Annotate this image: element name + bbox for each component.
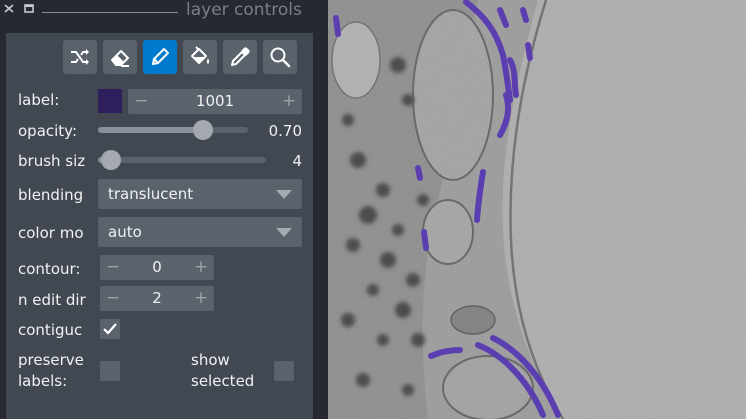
n-edit-dim-value[interactable]: 2 xyxy=(122,286,192,311)
fill-bucket-button[interactable] xyxy=(183,40,217,74)
n-edit-dim-decrement-button[interactable]: − xyxy=(102,286,124,311)
contour-spinbox[interactable]: − 0 + xyxy=(100,255,214,280)
float-icon[interactable] xyxy=(24,4,34,13)
preserve-labels-label-line2: labels: xyxy=(18,372,68,390)
opacity-slider-handle[interactable] xyxy=(193,120,213,140)
label-stroke xyxy=(520,7,529,23)
show-selected-label-line2: selected xyxy=(191,372,255,390)
close-icon[interactable] xyxy=(4,4,14,13)
label-stroke xyxy=(525,42,533,61)
brush-size-value: 4 xyxy=(292,152,302,170)
contiguous-label: contiguc xyxy=(18,321,83,339)
fill-bucket-icon xyxy=(191,46,210,64)
eraser-icon xyxy=(111,50,129,67)
title-divider xyxy=(42,12,178,13)
magnifier-icon xyxy=(270,47,291,68)
show-selected-checkbox[interactable] xyxy=(274,361,294,381)
label-stroke xyxy=(415,165,423,181)
brush-size-slider[interactable] xyxy=(98,150,266,170)
viewer-canvas[interactable] xyxy=(328,0,746,419)
n-edit-dim-spinbox[interactable]: − 2 + xyxy=(100,286,214,311)
opacity-value: 0.70 xyxy=(268,122,302,140)
blending-selected-value: translucent xyxy=(108,185,194,203)
opacity-slider[interactable] xyxy=(98,120,248,140)
paint-brush-button[interactable] xyxy=(143,40,177,74)
shuffle-icon xyxy=(71,49,89,65)
title-bar: layer controls xyxy=(0,0,321,24)
color-picker-button[interactable] xyxy=(223,40,257,74)
controls-area: label: − 1001 + opacity: 0.70 brush siz … xyxy=(6,33,313,419)
pan-zoom-button[interactable] xyxy=(263,40,297,74)
label-value[interactable]: 1001 xyxy=(150,89,280,114)
eraser-button[interactable] xyxy=(103,40,137,74)
checkmark-icon xyxy=(103,323,117,335)
blending-dropdown[interactable]: translucent xyxy=(98,179,302,209)
blending-label: blending xyxy=(18,186,84,204)
panel-title: layer controls xyxy=(186,0,302,20)
n-edit-dim-increment-button[interactable]: + xyxy=(190,286,212,311)
label-spinbox[interactable]: − 1001 + xyxy=(128,89,302,114)
show-selected-label-line1: show xyxy=(191,351,230,369)
contour-label: contour: xyxy=(18,260,81,278)
label-decrement-button[interactable]: − xyxy=(130,89,152,114)
chevron-down-icon xyxy=(276,190,292,199)
color-mode-dropdown[interactable]: auto xyxy=(98,217,302,247)
layer-controls-panel: layer controls label: − 1001 + opacity: … xyxy=(0,0,321,419)
contour-value[interactable]: 0 xyxy=(122,255,192,280)
contour-decrement-button[interactable]: − xyxy=(102,255,124,280)
label-row-label: label: xyxy=(18,91,60,109)
brush-size-label: brush siz xyxy=(18,152,86,170)
chevron-down-icon xyxy=(276,228,292,237)
label-stroke xyxy=(421,229,429,251)
paint-brush-icon xyxy=(152,48,169,65)
label-increment-button[interactable]: + xyxy=(278,89,300,114)
em-image xyxy=(328,0,746,419)
preserve-labels-checkbox[interactable] xyxy=(100,361,120,381)
color-picker-icon xyxy=(231,47,250,66)
label-color-swatch xyxy=(98,89,122,113)
opacity-slider-fill xyxy=(98,127,203,133)
label-stroke xyxy=(333,15,341,37)
contour-increment-button[interactable]: + xyxy=(190,255,212,280)
shuffle-colors-button[interactable] xyxy=(63,40,97,74)
n-edit-dim-label: n edit dir xyxy=(18,291,86,309)
color-mode-label: color mo xyxy=(18,224,84,242)
color-mode-selected-value: auto xyxy=(108,223,142,241)
contiguous-checkbox[interactable] xyxy=(100,319,120,339)
brush-size-slider-handle[interactable] xyxy=(101,150,122,170)
opacity-label: opacity: xyxy=(18,122,78,140)
preserve-labels-label-line1: preserve xyxy=(18,351,84,369)
